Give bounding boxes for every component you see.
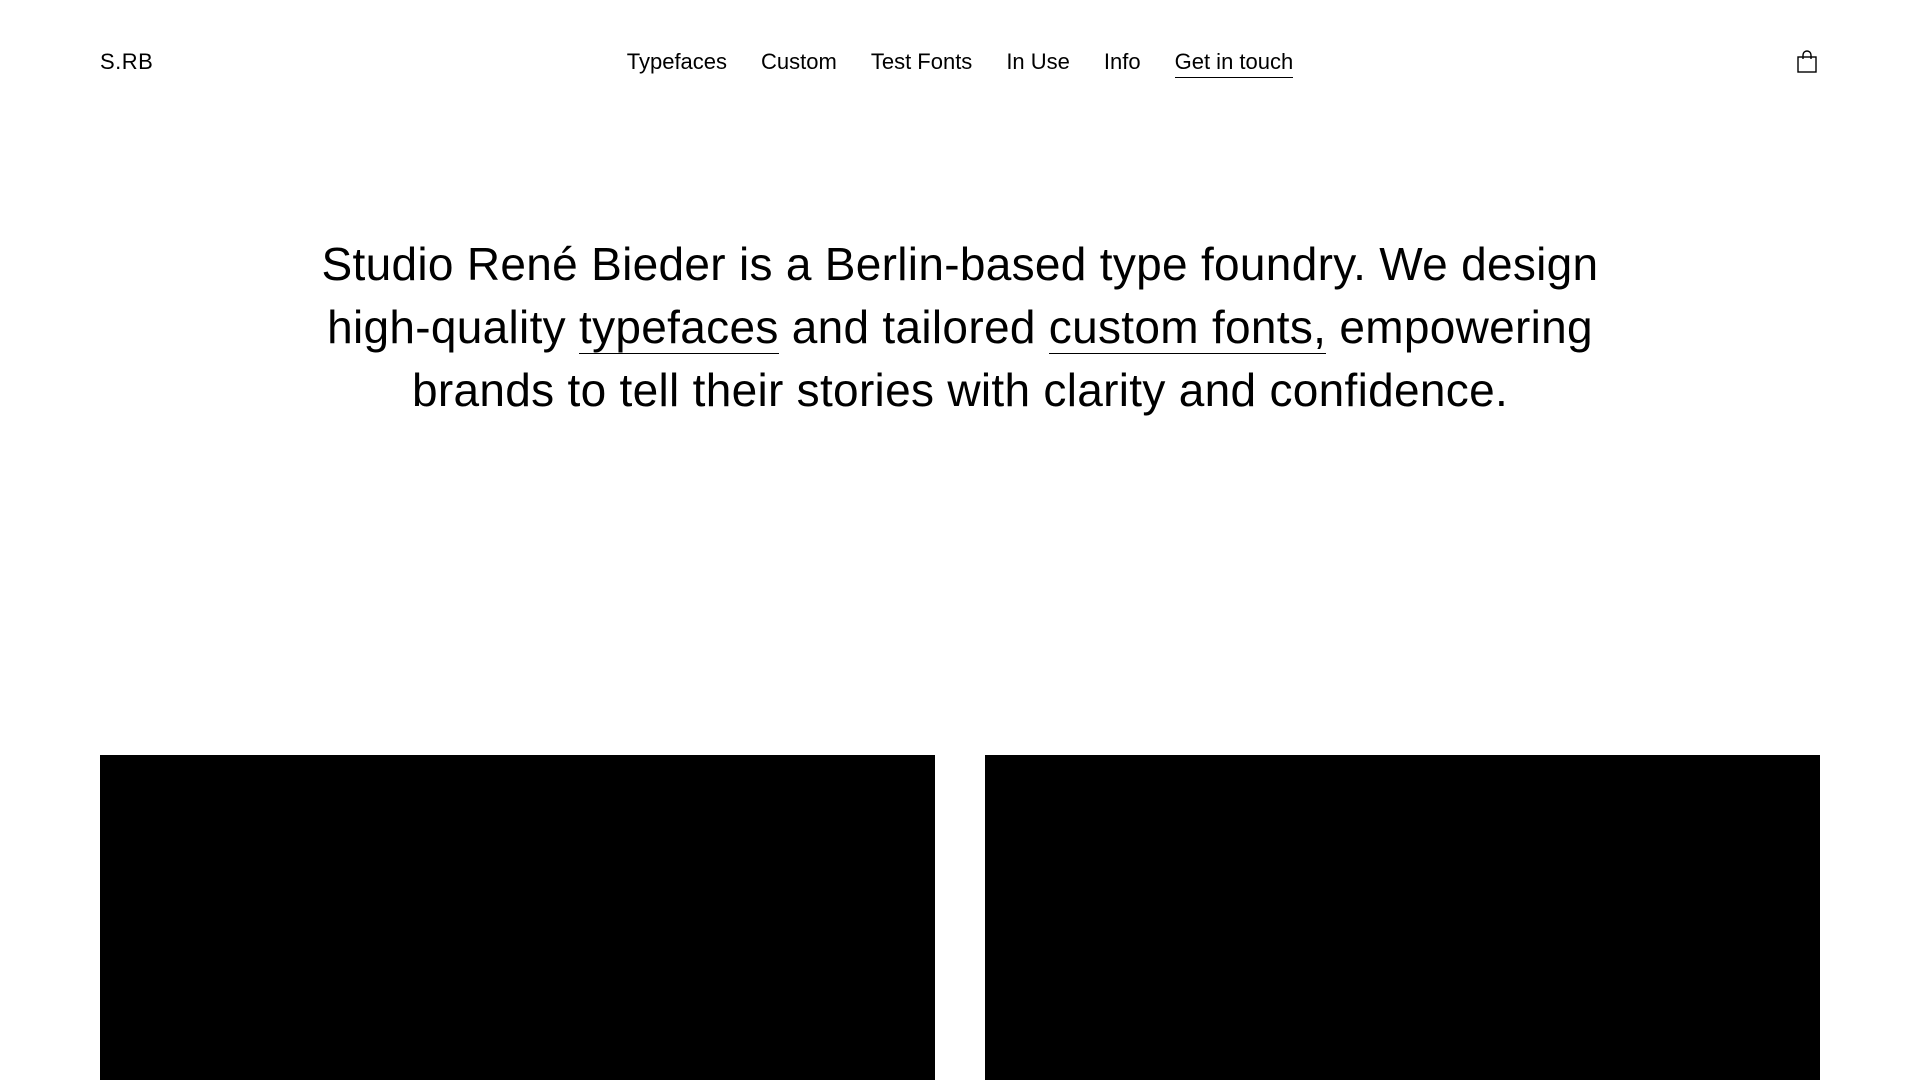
custom-fonts-link[interactable]: custom fonts, — [1048, 301, 1327, 354]
featured-tiles — [100, 755, 1820, 1080]
main-nav: Typefaces Custom Test Fonts In Use Info … — [0, 48, 1920, 78]
nav-item-typefaces[interactable]: Typefaces — [627, 48, 727, 78]
nav-item-test-fonts[interactable]: Test Fonts — [871, 48, 972, 78]
nav-item-info[interactable]: Info — [1104, 48, 1141, 78]
page: S.RB Typefaces Custom Test Fonts In Use … — [0, 0, 1920, 1080]
hero-section: Studio René Bieder is a Berlin-based typ… — [0, 233, 1920, 422]
hero-text-part-2: and tailored — [778, 301, 1049, 353]
featured-tile-right[interactable] — [985, 755, 1820, 1080]
site-header: S.RB Typefaces Custom Test Fonts In Use … — [0, 0, 1920, 124]
nav-item-in-use[interactable]: In Use — [1006, 48, 1070, 78]
shopping-bag-icon — [1797, 50, 1817, 73]
featured-tile-left[interactable] — [100, 755, 935, 1080]
nav-item-get-in-touch[interactable]: Get in touch — [1174, 48, 1294, 78]
nav-item-custom[interactable]: Custom — [761, 48, 837, 78]
typefaces-link[interactable]: typefaces — [579, 301, 779, 354]
hero-statement: Studio René Bieder is a Berlin-based typ… — [300, 233, 1620, 422]
cart-button[interactable] — [1796, 50, 1818, 74]
